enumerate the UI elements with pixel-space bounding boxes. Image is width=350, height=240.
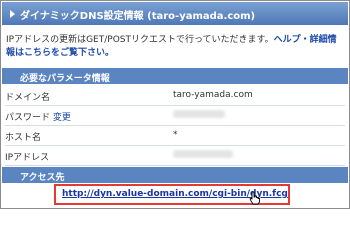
password-row: パスワード 変更 xyxy=(5,106,345,126)
password-label-group: パスワード 変更 xyxy=(5,110,71,123)
host-row: ホスト名 * xyxy=(5,126,345,146)
arrow-right-icon xyxy=(10,10,15,18)
password-label: パスワード xyxy=(5,113,51,123)
host-value: * xyxy=(173,130,178,140)
ip-row: IPアドレス xyxy=(5,146,345,166)
ip-label: IPアドレス xyxy=(5,153,50,163)
params-section-title: 必要なパラメータ情報 xyxy=(20,74,110,84)
dyndns-panel: ダイナミックDNS設定情報 (taro-yamada.com) IPアドレスの更… xyxy=(0,0,350,209)
params-section-header: 必要なパラメータ情報 xyxy=(2,68,348,84)
intro-text: IPアドレスの更新はGET/POSTリクエストで行っていただきます。 xyxy=(6,35,274,45)
intro-text-block: IPアドレスの更新はGET/POSTリクエストで行っていただきます。ヘルプ・詳細… xyxy=(6,34,344,60)
domain-row: ドメイン名 taro-yamada.com xyxy=(5,86,345,106)
access-section-title: アクセス先 xyxy=(20,173,65,183)
domain-value: taro-yamada.com xyxy=(173,90,253,100)
access-section-header: アクセス先 xyxy=(2,167,348,183)
password-value-masked xyxy=(173,110,225,121)
host-label: ホスト名 xyxy=(5,133,42,143)
password-change-link[interactable]: 変更 xyxy=(53,113,71,123)
ip-value-masked xyxy=(173,150,233,161)
panel-title-bar: ダイナミックDNS設定情報 (taro-yamada.com) xyxy=(2,2,348,25)
hand-cursor-icon xyxy=(249,191,260,205)
panel-title: ダイナミックDNS設定情報 (taro-yamada.com) xyxy=(20,11,256,22)
domain-label: ドメイン名 xyxy=(5,93,51,103)
